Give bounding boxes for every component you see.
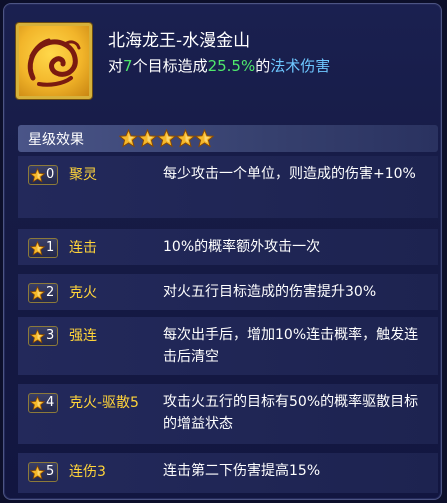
star-effect-row: 3 强连 每次出手后，增加10%连击概率，触发连击后清空 bbox=[18, 317, 438, 375]
star-effect-text: 每少攻击一个单位，则造成的伤害+10% bbox=[163, 166, 416, 182]
skill-description: 对7个目标造成25.5%的法术伤害 bbox=[108, 55, 330, 76]
star-effect-text: 攻击火五行的目标有50%的概率驱散目标的增益状态 bbox=[163, 394, 419, 432]
star-icon bbox=[175, 128, 196, 148]
star-level-badge: 3 bbox=[28, 326, 58, 346]
star-level-number: 3 bbox=[46, 328, 55, 343]
star-level-badge: 0 bbox=[28, 165, 58, 185]
desc-prefix: 对 bbox=[108, 57, 124, 75]
star-icon bbox=[118, 128, 139, 148]
target-count: 7 bbox=[123, 57, 133, 75]
star-effect-text: 10%的概率额外攻击一次 bbox=[163, 239, 321, 255]
desc-mid: 个目标造成 bbox=[132, 57, 208, 75]
star-level-number: 0 bbox=[46, 167, 55, 182]
damage-percent: 25.5% bbox=[207, 57, 256, 75]
star-level-badge: 2 bbox=[28, 283, 58, 303]
star-effect-name: 聚灵 bbox=[69, 167, 97, 183]
star-effect-text: 对火五行目标造成的伤害提升30% bbox=[163, 284, 377, 300]
star-effect-row: 1 连击 10%的概率额外攻击一次 bbox=[18, 229, 438, 265]
star-level-number: 5 bbox=[46, 464, 55, 479]
star-effects-header: 星级效果 bbox=[18, 125, 438, 152]
star-level-badge: 1 bbox=[28, 238, 58, 258]
skill-tooltip-panel: 北海龙王-水漫金山 对7个目标造成25.5%的法术伤害 星级效果 0 聚灵 每少攻击… bbox=[3, 3, 442, 500]
star-icon bbox=[137, 128, 158, 148]
star-level-badge: 5 bbox=[28, 462, 58, 482]
swirl-cloud-icon bbox=[16, 23, 92, 99]
desc-of: 的 bbox=[255, 57, 271, 75]
star-effect-name: 连击 bbox=[69, 240, 97, 256]
star-effect-name: 连伤3 bbox=[69, 464, 106, 480]
star-effect-text: 连击第二下伤害提高15% bbox=[163, 463, 321, 479]
star-rating bbox=[118, 128, 215, 149]
star-effect-name: 克火 bbox=[69, 285, 97, 301]
star-effect-name: 克火-驱散5 bbox=[69, 395, 139, 411]
star-icon bbox=[156, 128, 177, 148]
star-icon bbox=[194, 128, 215, 148]
skill-name: 北海龙王-水漫金山 bbox=[108, 31, 251, 51]
star-effect-row: 5 连伤3 连击第二下伤害提高15% bbox=[18, 453, 438, 493]
damage-type: 法术伤害 bbox=[270, 57, 331, 75]
star-level-number: 1 bbox=[46, 240, 55, 255]
star-effect-row: 2 克火 对火五行目标造成的伤害提升30% bbox=[18, 274, 438, 310]
star-effect-text: 每次出手后，增加10%连击概率，触发连击后清空 bbox=[163, 327, 419, 365]
star-level-number: 4 bbox=[46, 395, 55, 410]
star-effect-row: 0 聚灵 每少攻击一个单位，则造成的伤害+10% bbox=[18, 156, 438, 218]
star-level-badge: 4 bbox=[28, 393, 58, 413]
star-effects-title: 星级效果 bbox=[28, 132, 84, 148]
star-effect-row: 4 克火-驱散5 攻击火五行的目标有50%的概率驱散目标的增益状态 bbox=[18, 384, 438, 444]
star-level-number: 2 bbox=[46, 285, 55, 300]
star-effect-name: 强连 bbox=[69, 328, 97, 344]
